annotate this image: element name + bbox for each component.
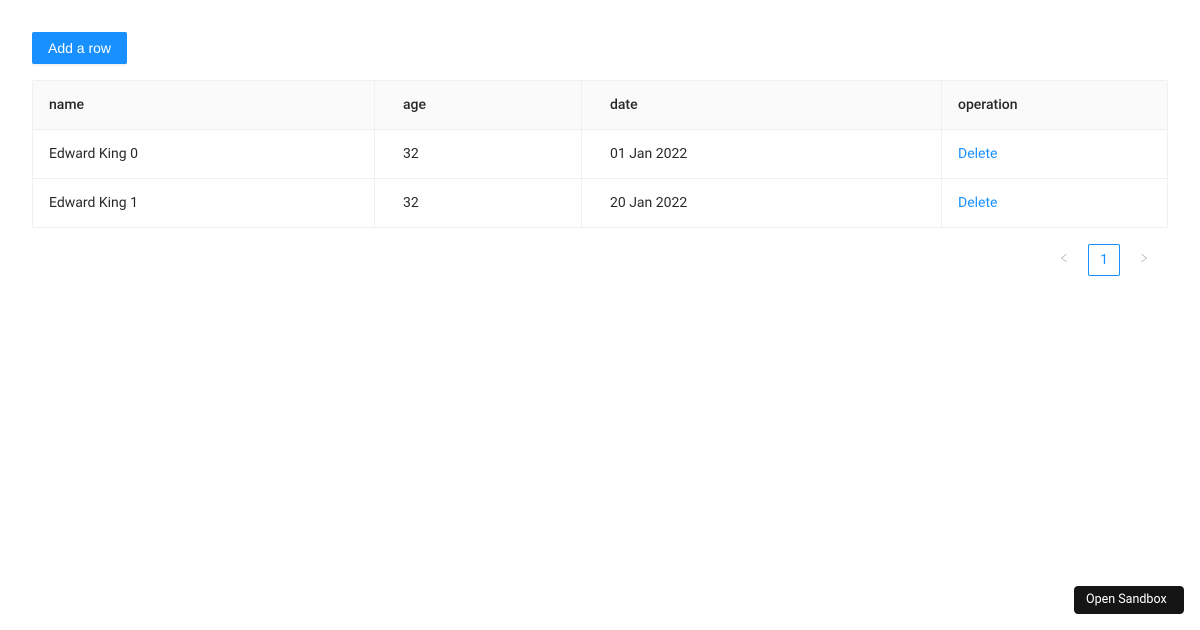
pagination-next-button[interactable] (1128, 244, 1160, 276)
cell-name[interactable]: Edward King 1 (33, 179, 375, 227)
table-row: Edward King 0 32 01 Jan 2022 Delete (33, 130, 1167, 179)
column-header-name: name (33, 81, 375, 130)
chevron-right-icon (1138, 252, 1150, 268)
cell-date[interactable]: 01 Jan 2022 (582, 130, 942, 179)
cell-age[interactable]: 32 (375, 179, 582, 227)
column-header-operation: operation (942, 81, 1167, 130)
column-header-age: age (375, 81, 582, 130)
cell-date[interactable]: 20 Jan 2022 (582, 179, 942, 227)
data-table: name age date operation Edward King 0 32… (32, 80, 1168, 228)
pagination: 1 (32, 244, 1168, 276)
add-row-button[interactable]: Add a row (32, 32, 127, 64)
cell-name[interactable]: Edward King 0 (33, 130, 375, 179)
delete-link[interactable]: Delete (958, 195, 997, 211)
chevron-left-icon (1058, 252, 1070, 268)
column-header-date: date (582, 81, 942, 130)
open-sandbox-button[interactable]: Open Sandbox (1074, 586, 1184, 614)
cell-operation: Delete (942, 179, 1167, 227)
cell-operation: Delete (942, 130, 1167, 179)
table-header: name age date operation (33, 81, 1167, 130)
cell-age[interactable]: 32 (375, 130, 582, 179)
pagination-page-1[interactable]: 1 (1088, 244, 1120, 276)
pagination-prev-button[interactable] (1048, 244, 1080, 276)
table-row: Edward King 1 32 20 Jan 2022 Delete (33, 179, 1167, 227)
delete-link[interactable]: Delete (958, 146, 997, 162)
